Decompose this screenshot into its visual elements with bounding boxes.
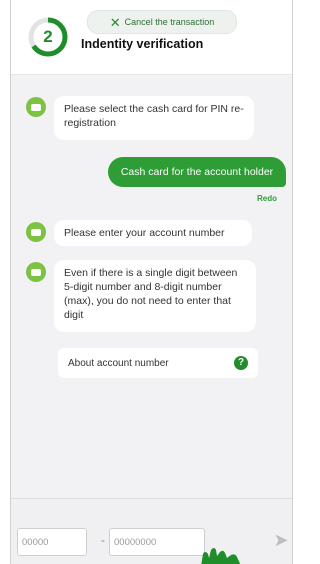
redo-link[interactable]: Redo <box>257 194 277 203</box>
page-title: Indentity verification <box>81 37 204 51</box>
bot-message: Even if there is a single digit between … <box>54 260 256 332</box>
bot-message: Please enter your account number <box>54 220 252 246</box>
cancel-transaction-label: Cancel the transaction <box>124 17 215 27</box>
account-number-input[interactable] <box>109 528 205 556</box>
separator: - <box>101 533 105 547</box>
chat-screen: 2 ✕ Cancel the transaction Indentity ver… <box>10 0 293 564</box>
info-icon: ? <box>234 356 248 370</box>
header: 2 ✕ Cancel the transaction Indentity ver… <box>11 0 292 75</box>
cancel-transaction-button[interactable]: ✕ Cancel the transaction <box>87 10 237 34</box>
bot-message: Please select the cash card for PIN re-r… <box>54 96 254 140</box>
branch-number-input[interactable] <box>17 528 87 556</box>
user-message: Cash card for the account holder <box>108 157 286 187</box>
close-icon: ✕ <box>109 14 121 30</box>
bot-avatar-icon <box>26 222 46 242</box>
about-account-number-label: About account number <box>68 357 169 369</box>
hand-pointer-icon <box>201 548 241 564</box>
bot-avatar-icon <box>26 262 46 282</box>
step-number: 2 <box>43 27 53 46</box>
send-icon[interactable]: ➤ <box>269 528 292 552</box>
bot-avatar-icon <box>26 97 46 117</box>
about-account-number-button[interactable]: About account number ? <box>58 348 258 378</box>
